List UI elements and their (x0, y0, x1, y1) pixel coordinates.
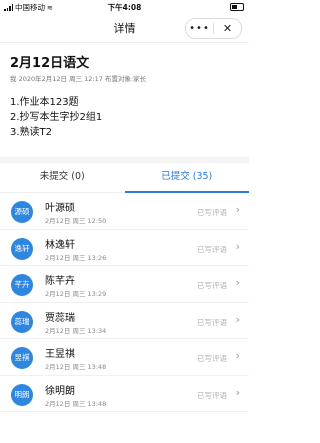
comment-status: 已写评语 (197, 390, 227, 400)
chevron-right-icon: › (235, 276, 240, 289)
student-name: 贾蕊瑞 (45, 312, 75, 324)
homework-tasks: 1.作业本123题 2.抄写本生字抄2组1 3.熟读T2 (10, 95, 102, 140)
list-item[interactable]: 源硕 叶源硕 2月12日 周三 12:50 已写评语 › (0, 193, 249, 230)
submission-tabs: 未提交 (0) 已提交 (35) (0, 164, 249, 193)
chevron-right-icon: › (235, 349, 240, 362)
comment-status: 已写评语 (197, 317, 227, 327)
list-item[interactable]: 芊卉 陈芊卉 2月12日 周三 13:29 已写评语 › (0, 266, 249, 303)
submit-time: 2月12日 周三 13:29 (45, 290, 107, 298)
list-item[interactable]: 昱祺 王昱祺 2月12日 周三 13:48 已写评语 › (0, 339, 249, 376)
avatar: 源硕 (11, 201, 33, 223)
submit-time: 2月12日 周三 12:50 (45, 217, 107, 225)
student-name: 叶源硕 (45, 203, 75, 214)
list-item[interactable]: 蕊瑞 贾蕊瑞 2月12日 周三 13:34 已写评语 › (0, 303, 249, 339)
chevron-right-icon: › (235, 203, 240, 216)
clock: 下午4:08 (107, 3, 142, 12)
chevron-right-icon: › (235, 239, 240, 253)
homework-title: 2月12日语文 (10, 56, 90, 71)
avatar: 蕊瑞 (11, 310, 33, 333)
student-name: 林逸轩 (45, 239, 75, 251)
submit-time: 2月12日 周三 13:26 (45, 253, 107, 262)
nav-bar: 详情 ••• ✕ (0, 14, 249, 43)
mini-program-capsule: ••• ✕ (185, 18, 242, 39)
student-name: 徐明朗 (45, 385, 75, 397)
tab-submitted[interactable]: 已提交 (35) (124, 164, 250, 193)
submit-time: 2月12日 周三 13:48 (45, 399, 107, 408)
student-name: 王昱祺 (45, 349, 75, 360)
chevron-right-icon: › (235, 385, 240, 399)
comment-status: 已写评语 (197, 244, 227, 254)
more-icon[interactable]: ••• (186, 19, 213, 38)
list-item[interactable]: 逸轩 林逸轩 2月12日 周三 13:26 已写评语 › (0, 230, 249, 266)
task-item: 2.抄写本生字抄2组1 (10, 112, 103, 123)
task-item: 1.作业本123题 (10, 97, 79, 108)
homework-meta: 我 2020年2月12日 周三 12:17 布置对象:家长 (10, 75, 147, 83)
avatar: 昱祺 (11, 347, 33, 369)
submit-time: 2月12日 周三 13:48 (45, 363, 107, 371)
comment-status: 已写评语 (197, 281, 227, 290)
battery-icon (230, 3, 244, 11)
tab-not-submitted[interactable]: 未提交 (0) (0, 164, 125, 192)
close-icon[interactable]: ✕ (214, 19, 241, 38)
student-name: 陈芊卉 (45, 276, 75, 287)
task-item: 3.熟读T2 (10, 127, 53, 138)
section-divider (0, 157, 249, 163)
chevron-right-icon: › (235, 312, 240, 326)
list-item[interactable]: 明朗 徐明朗 2月12日 周三 13:48 已写评语 › (0, 376, 249, 412)
avatar: 明朗 (11, 383, 33, 406)
submit-time: 2月12日 周三 13:34 (45, 326, 107, 335)
student-list: 源硕 叶源硕 2月12日 周三 12:50 已写评语 › 逸轩 林逸轩 2月12… (0, 193, 249, 412)
comment-status: 已写评语 (197, 208, 227, 217)
status-bar: 中国移动 ≋ 下午4:08 (0, 0, 249, 14)
avatar: 逸轩 (11, 237, 33, 260)
avatar: 芊卉 (11, 274, 33, 296)
comment-status: 已写评语 (197, 354, 227, 363)
